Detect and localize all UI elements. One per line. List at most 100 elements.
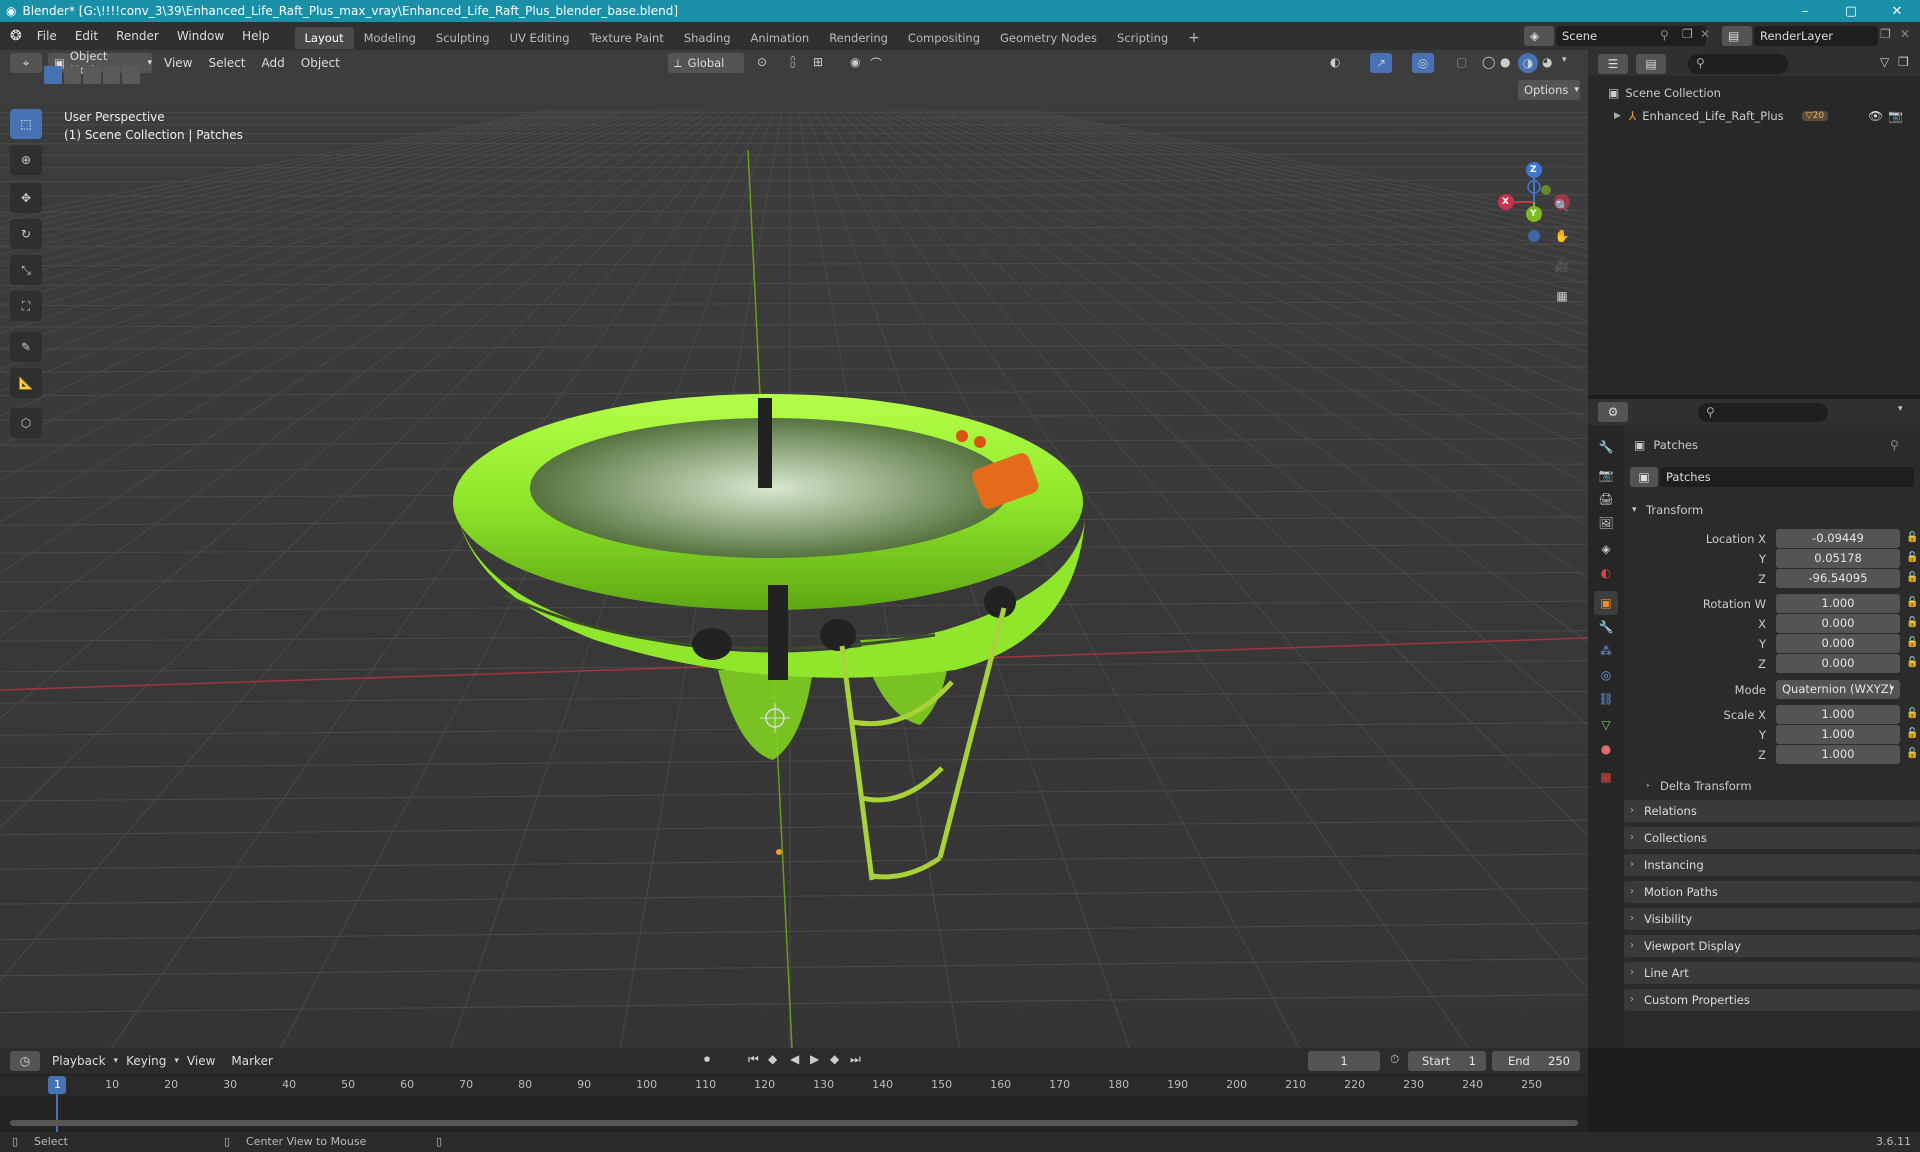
- minimize-button[interactable]: –: [1782, 0, 1828, 22]
- tab-particles[interactable]: ⁂: [1594, 639, 1618, 663]
- tab-constraints[interactable]: ⛓: [1594, 687, 1618, 711]
- outliner-scene-collection[interactable]: ▣ Scene Collection: [1608, 86, 1721, 100]
- scene-browse-button[interactable]: ◈: [1524, 26, 1554, 46]
- tab-scene[interactable]: ◈: [1594, 537, 1618, 561]
- object-data-name-field[interactable]: Patches: [1660, 467, 1914, 487]
- tab-output[interactable]: 🖨: [1594, 487, 1618, 511]
- tab-physics[interactable]: ◎: [1594, 663, 1618, 687]
- viewport-display-panel[interactable]: › Viewport Display: [1624, 935, 1920, 957]
- tab-tool[interactable]: 🔧: [1594, 435, 1618, 459]
- lock-icon[interactable]: 🔓: [1906, 572, 1918, 585]
- select-box-tool[interactable]: ⬚: [10, 109, 42, 139]
- menu-edit[interactable]: Edit: [66, 22, 107, 50]
- lock-icon[interactable]: 🔓: [1906, 552, 1918, 565]
- disclosure-triangle-icon[interactable]: ▶: [1614, 111, 1621, 121]
- delete-scene-icon[interactable]: ✕: [1700, 27, 1710, 41]
- visibility-filter-icon[interactable]: ◐: [1330, 55, 1340, 69]
- select-invert-icon[interactable]: [102, 66, 121, 84]
- start-frame-field[interactable]: Start 1: [1408, 1051, 1486, 1071]
- new-collection-icon[interactable]: ❐: [1898, 55, 1909, 69]
- rotation-w-field[interactable]: 1.000: [1776, 594, 1900, 613]
- workspace-tab-uv-editing[interactable]: UV Editing: [500, 27, 580, 49]
- play-icon[interactable]: ▶: [810, 1052, 819, 1066]
- timeline-scrollbar[interactable]: [10, 1120, 1578, 1126]
- lock-icon[interactable]: 🔓: [1906, 597, 1918, 610]
- options-dropdown[interactable]: Options ▾: [1518, 80, 1580, 100]
- material-preview-shading-icon[interactable]: ◑: [1518, 53, 1538, 73]
- tab-modifiers[interactable]: 🔧: [1594, 615, 1618, 639]
- lock-icon[interactable]: 🔓: [1906, 617, 1918, 630]
- viewport-menu-object[interactable]: Object: [293, 56, 348, 70]
- pivot-point-icon[interactable]: ⊙: [757, 55, 767, 69]
- properties-search-input[interactable]: ⚲: [1698, 403, 1828, 422]
- scale-x-field[interactable]: 1.000: [1776, 705, 1900, 724]
- cursor-tool[interactable]: ⊕: [10, 145, 42, 175]
- rendered-shading-icon[interactable]: ◕: [1542, 55, 1552, 69]
- select-new-icon[interactable]: [44, 66, 62, 84]
- solid-shading-icon[interactable]: ●: [1500, 55, 1510, 69]
- object-browse-button[interactable]: ▣: [1630, 467, 1658, 487]
- select-intersect-icon[interactable]: [122, 66, 140, 84]
- timeline-menu-marker[interactable]: Marker: [223, 1054, 280, 1068]
- blender-menu-icon[interactable]: ❂: [10, 28, 22, 44]
- tab-world[interactable]: ◐: [1594, 561, 1618, 585]
- snap-target-icon[interactable]: ⊞: [813, 55, 823, 69]
- prev-keyframe-icon[interactable]: ◆: [768, 1052, 777, 1066]
- record-icon[interactable]: ⏺: [704, 1052, 710, 1067]
- wireframe-shading-icon[interactable]: ◯: [1482, 55, 1495, 69]
- stopwatch-icon[interactable]: ⏱: [1390, 1052, 1399, 1067]
- annotate-tool[interactable]: ✎: [10, 332, 42, 362]
- viewport-menu-select[interactable]: Select: [200, 56, 253, 70]
- timeline-menu-playback[interactable]: Playback: [44, 1054, 114, 1068]
- timeline-menu-keying[interactable]: Keying: [118, 1054, 174, 1068]
- lock-icon[interactable]: 🔓: [1906, 532, 1918, 545]
- lock-icon[interactable]: 🔓: [1906, 728, 1918, 741]
- lock-icon[interactable]: 🔓: [1906, 748, 1918, 761]
- transform-tool[interactable]: ⛶: [10, 291, 42, 321]
- shading-options-chevron-icon[interactable]: ▾: [1562, 55, 1567, 65]
- current-frame-field[interactable]: 1: [1308, 1051, 1380, 1071]
- tab-data[interactable]: ▽: [1594, 713, 1618, 737]
- lock-icon[interactable]: 🔓: [1906, 637, 1918, 650]
- view-layer-name-field[interactable]: RenderLayer: [1754, 26, 1878, 46]
- pin-scene-icon[interactable]: ⚲: [1660, 28, 1669, 42]
- lock-icon[interactable]: 🔓: [1906, 708, 1918, 721]
- visibility-panel[interactable]: › Visibility: [1624, 908, 1920, 930]
- outliner-item[interactable]: ▶ ⅄ Enhanced_Life_Raft_Plus ▽20 👁 📷: [1614, 106, 1914, 126]
- camera-render-icon[interactable]: 📷: [1888, 109, 1903, 123]
- delta-transform-subpanel[interactable]: › Delta Transform: [1644, 775, 1904, 797]
- view-layer-browse-button[interactable]: ▤: [1722, 26, 1752, 46]
- rotation-z-field[interactable]: 0.000: [1776, 654, 1900, 673]
- rotation-y-field[interactable]: 0.000: [1776, 634, 1900, 653]
- outliner-search-input[interactable]: ⚲: [1688, 54, 1788, 74]
- scale-y-field[interactable]: 1.000: [1776, 725, 1900, 744]
- viewport-menu-add[interactable]: Add: [254, 56, 293, 70]
- viewport-menu-view[interactable]: View: [156, 56, 200, 70]
- filter-icon[interactable]: ▽: [1880, 55, 1889, 69]
- menu-file[interactable]: File: [28, 22, 66, 50]
- ortho-toggle-button[interactable]: ▦: [1548, 282, 1576, 310]
- workspace-tab-shading[interactable]: Shading: [674, 27, 741, 49]
- delete-view-layer-icon[interactable]: ✕: [1900, 27, 1910, 41]
- play-reverse-icon[interactable]: ◀: [790, 1052, 799, 1066]
- menu-help[interactable]: Help: [233, 22, 278, 50]
- motion-paths-panel[interactable]: › Motion Paths: [1624, 881, 1920, 903]
- jump-end-icon[interactable]: ⏭: [850, 1052, 861, 1067]
- lock-icon[interactable]: 🔓: [1906, 657, 1918, 670]
- timeline-editor-type-button[interactable]: ◷: [10, 1051, 40, 1071]
- tab-texture[interactable]: ▩: [1594, 765, 1618, 789]
- snap-icon[interactable]: ⩉: [790, 55, 795, 70]
- workspace-tab-layout[interactable]: Layout: [294, 26, 354, 49]
- custom-properties-panel[interactable]: › Custom Properties: [1624, 989, 1920, 1011]
- close-button[interactable]: ✕: [1874, 0, 1920, 22]
- relations-panel[interactable]: › Relations: [1624, 800, 1920, 822]
- add-cube-tool[interactable]: ⬡: [10, 408, 42, 438]
- proportional-edit-icon[interactable]: ◉: [850, 55, 860, 69]
- display-mode-button[interactable]: ▤: [1636, 54, 1666, 74]
- frame-ruler[interactable]: 1 10 20 30 40 50 60 70 80 90 100 110 120 130 140 150 160…: [0, 1076, 1588, 1096]
- jump-start-icon[interactable]: ⏮: [748, 1052, 759, 1067]
- workspace-tab-animation[interactable]: Animation: [741, 27, 820, 49]
- rotate-tool[interactable]: ↻: [10, 219, 42, 249]
- select-extend-icon[interactable]: [63, 66, 82, 84]
- next-keyframe-icon[interactable]: ◆: [830, 1052, 839, 1066]
